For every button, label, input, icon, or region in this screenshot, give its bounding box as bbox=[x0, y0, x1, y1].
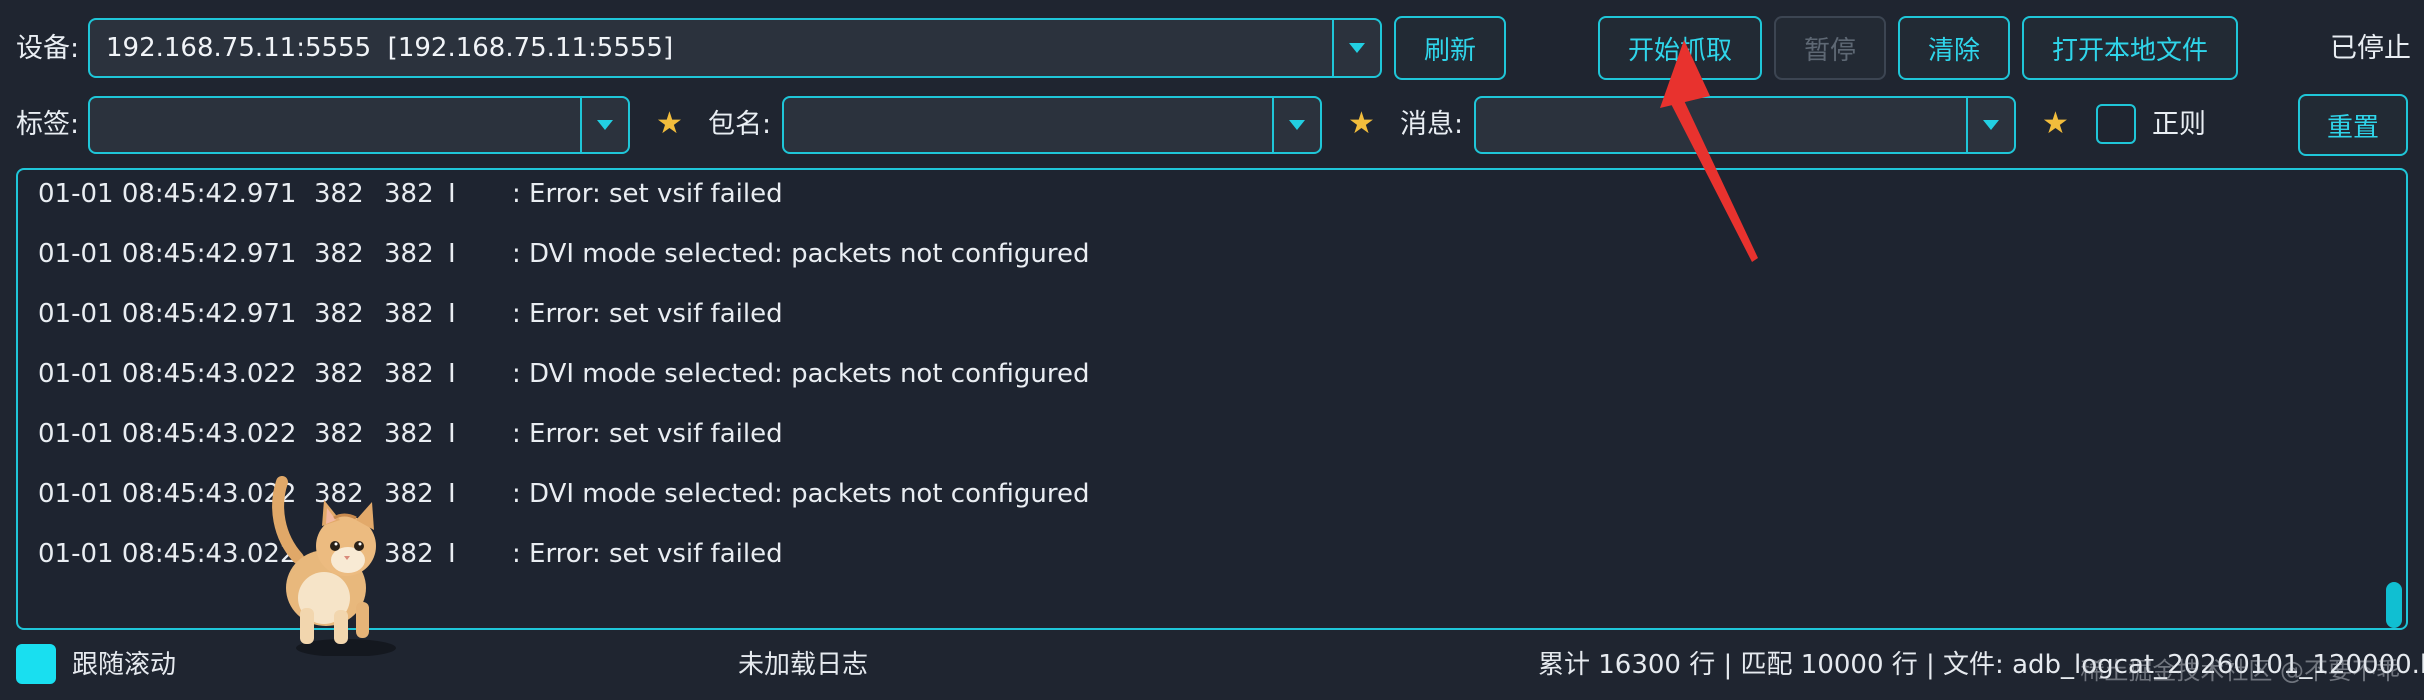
package-favorite-star-icon[interactable]: ★ bbox=[1348, 109, 1375, 139]
tag-favorite-star-icon[interactable]: ★ bbox=[656, 109, 683, 139]
package-filter-select[interactable] bbox=[782, 96, 1322, 154]
message-dropdown-button[interactable] bbox=[1966, 98, 2014, 152]
package-filter-value bbox=[800, 98, 1264, 152]
reset-button[interactable]: 重置 bbox=[2298, 94, 2408, 156]
message-label: 消息: bbox=[1400, 109, 1464, 140]
tag-filter-select[interactable] bbox=[88, 96, 630, 154]
log-timestamp: 01-01 08:45:43.022 bbox=[38, 419, 297, 449]
log-timestamp: 01-01 08:45:42.971 bbox=[38, 179, 297, 209]
message-favorite-star-icon[interactable]: ★ bbox=[2042, 109, 2069, 139]
chevron-down-icon bbox=[1983, 120, 1999, 130]
open-local-file-button[interactable]: 打开本地文件 bbox=[2022, 16, 2238, 80]
log-tid: 382 bbox=[384, 299, 434, 329]
log-timestamp: 01-01 08:45:43.022 bbox=[38, 539, 297, 569]
load-status-text: 未加载日志 bbox=[738, 650, 869, 680]
log-message: : Error: set vsif failed bbox=[512, 419, 783, 449]
log-scrollbar-thumb[interactable] bbox=[2386, 582, 2402, 628]
log-message: : DVI mode selected: packets not configu… bbox=[512, 359, 1090, 389]
log-pid: 382 bbox=[314, 419, 364, 449]
log-level: I bbox=[448, 299, 456, 329]
log-level: I bbox=[448, 239, 456, 269]
watermark-text: 稀土掘金技术社区 @不要不乖 bbox=[2080, 657, 2400, 685]
chevron-down-icon bbox=[1289, 120, 1305, 130]
log-level: I bbox=[448, 539, 456, 569]
device-dropdown-button[interactable] bbox=[1332, 20, 1380, 76]
log-tid: 382 bbox=[384, 179, 434, 209]
logcat-viewer-window: 设备: 192.168.75.11:5555 [192.168.75.11:55… bbox=[0, 0, 2424, 700]
log-timestamp: 01-01 08:45:42.971 bbox=[38, 239, 297, 269]
kitten-sticker-icon bbox=[272, 476, 396, 656]
log-timestamp: 01-01 08:45:42.971 bbox=[38, 299, 297, 329]
log-message: : DVI mode selected: packets not configu… bbox=[512, 239, 1090, 269]
log-message: : Error: set vsif failed bbox=[512, 299, 783, 329]
log-pid: 382 bbox=[314, 239, 364, 269]
log-tid: 382 bbox=[384, 419, 434, 449]
follow-scroll-label: 跟随滚动 bbox=[72, 650, 177, 680]
package-label: 包名: bbox=[708, 109, 772, 140]
log-level: I bbox=[448, 419, 456, 449]
clear-button[interactable]: 清除 bbox=[1898, 16, 2010, 80]
log-timestamp: 01-01 08:45:43.022 bbox=[38, 359, 297, 389]
chevron-down-icon bbox=[1349, 43, 1365, 53]
tag-label: 标签: bbox=[16, 109, 80, 140]
log-level: I bbox=[448, 179, 456, 209]
log-timestamp: 01-01 08:45:43.022 bbox=[38, 479, 297, 509]
log-pid: 382 bbox=[314, 359, 364, 389]
log-level: I bbox=[448, 479, 456, 509]
log-message: : DVI mode selected: packets not configu… bbox=[512, 479, 1090, 509]
annotation-arrow-icon bbox=[1660, 40, 1758, 262]
chevron-down-icon bbox=[597, 120, 613, 130]
log-level: I bbox=[448, 359, 456, 389]
tag-filter-value bbox=[106, 98, 572, 152]
tag-dropdown-button[interactable] bbox=[580, 98, 628, 152]
log-message: : Error: set vsif failed bbox=[512, 179, 783, 209]
regex-checkbox[interactable] bbox=[2096, 104, 2136, 144]
pause-button[interactable]: 暂停 bbox=[1774, 16, 1886, 80]
log-message: : Error: set vsif failed bbox=[512, 539, 783, 569]
log-tid: 382 bbox=[384, 239, 434, 269]
follow-scroll-checkbox[interactable] bbox=[16, 644, 56, 684]
device-label: 设备: bbox=[16, 33, 80, 64]
refresh-button[interactable]: 刷新 bbox=[1394, 16, 1506, 80]
log-pid: 382 bbox=[314, 179, 364, 209]
capture-status-text: 已停止 bbox=[2330, 33, 2411, 64]
log-pid: 382 bbox=[314, 299, 364, 329]
regex-label: 正则 bbox=[2152, 109, 2206, 140]
device-select[interactable]: 192.168.75.11:5555 [192.168.75.11:5555] bbox=[88, 18, 1382, 78]
package-dropdown-button[interactable] bbox=[1272, 98, 1320, 152]
device-select-value: 192.168.75.11:5555 [192.168.75.11:5555] bbox=[106, 33, 674, 63]
log-tid: 382 bbox=[384, 359, 434, 389]
